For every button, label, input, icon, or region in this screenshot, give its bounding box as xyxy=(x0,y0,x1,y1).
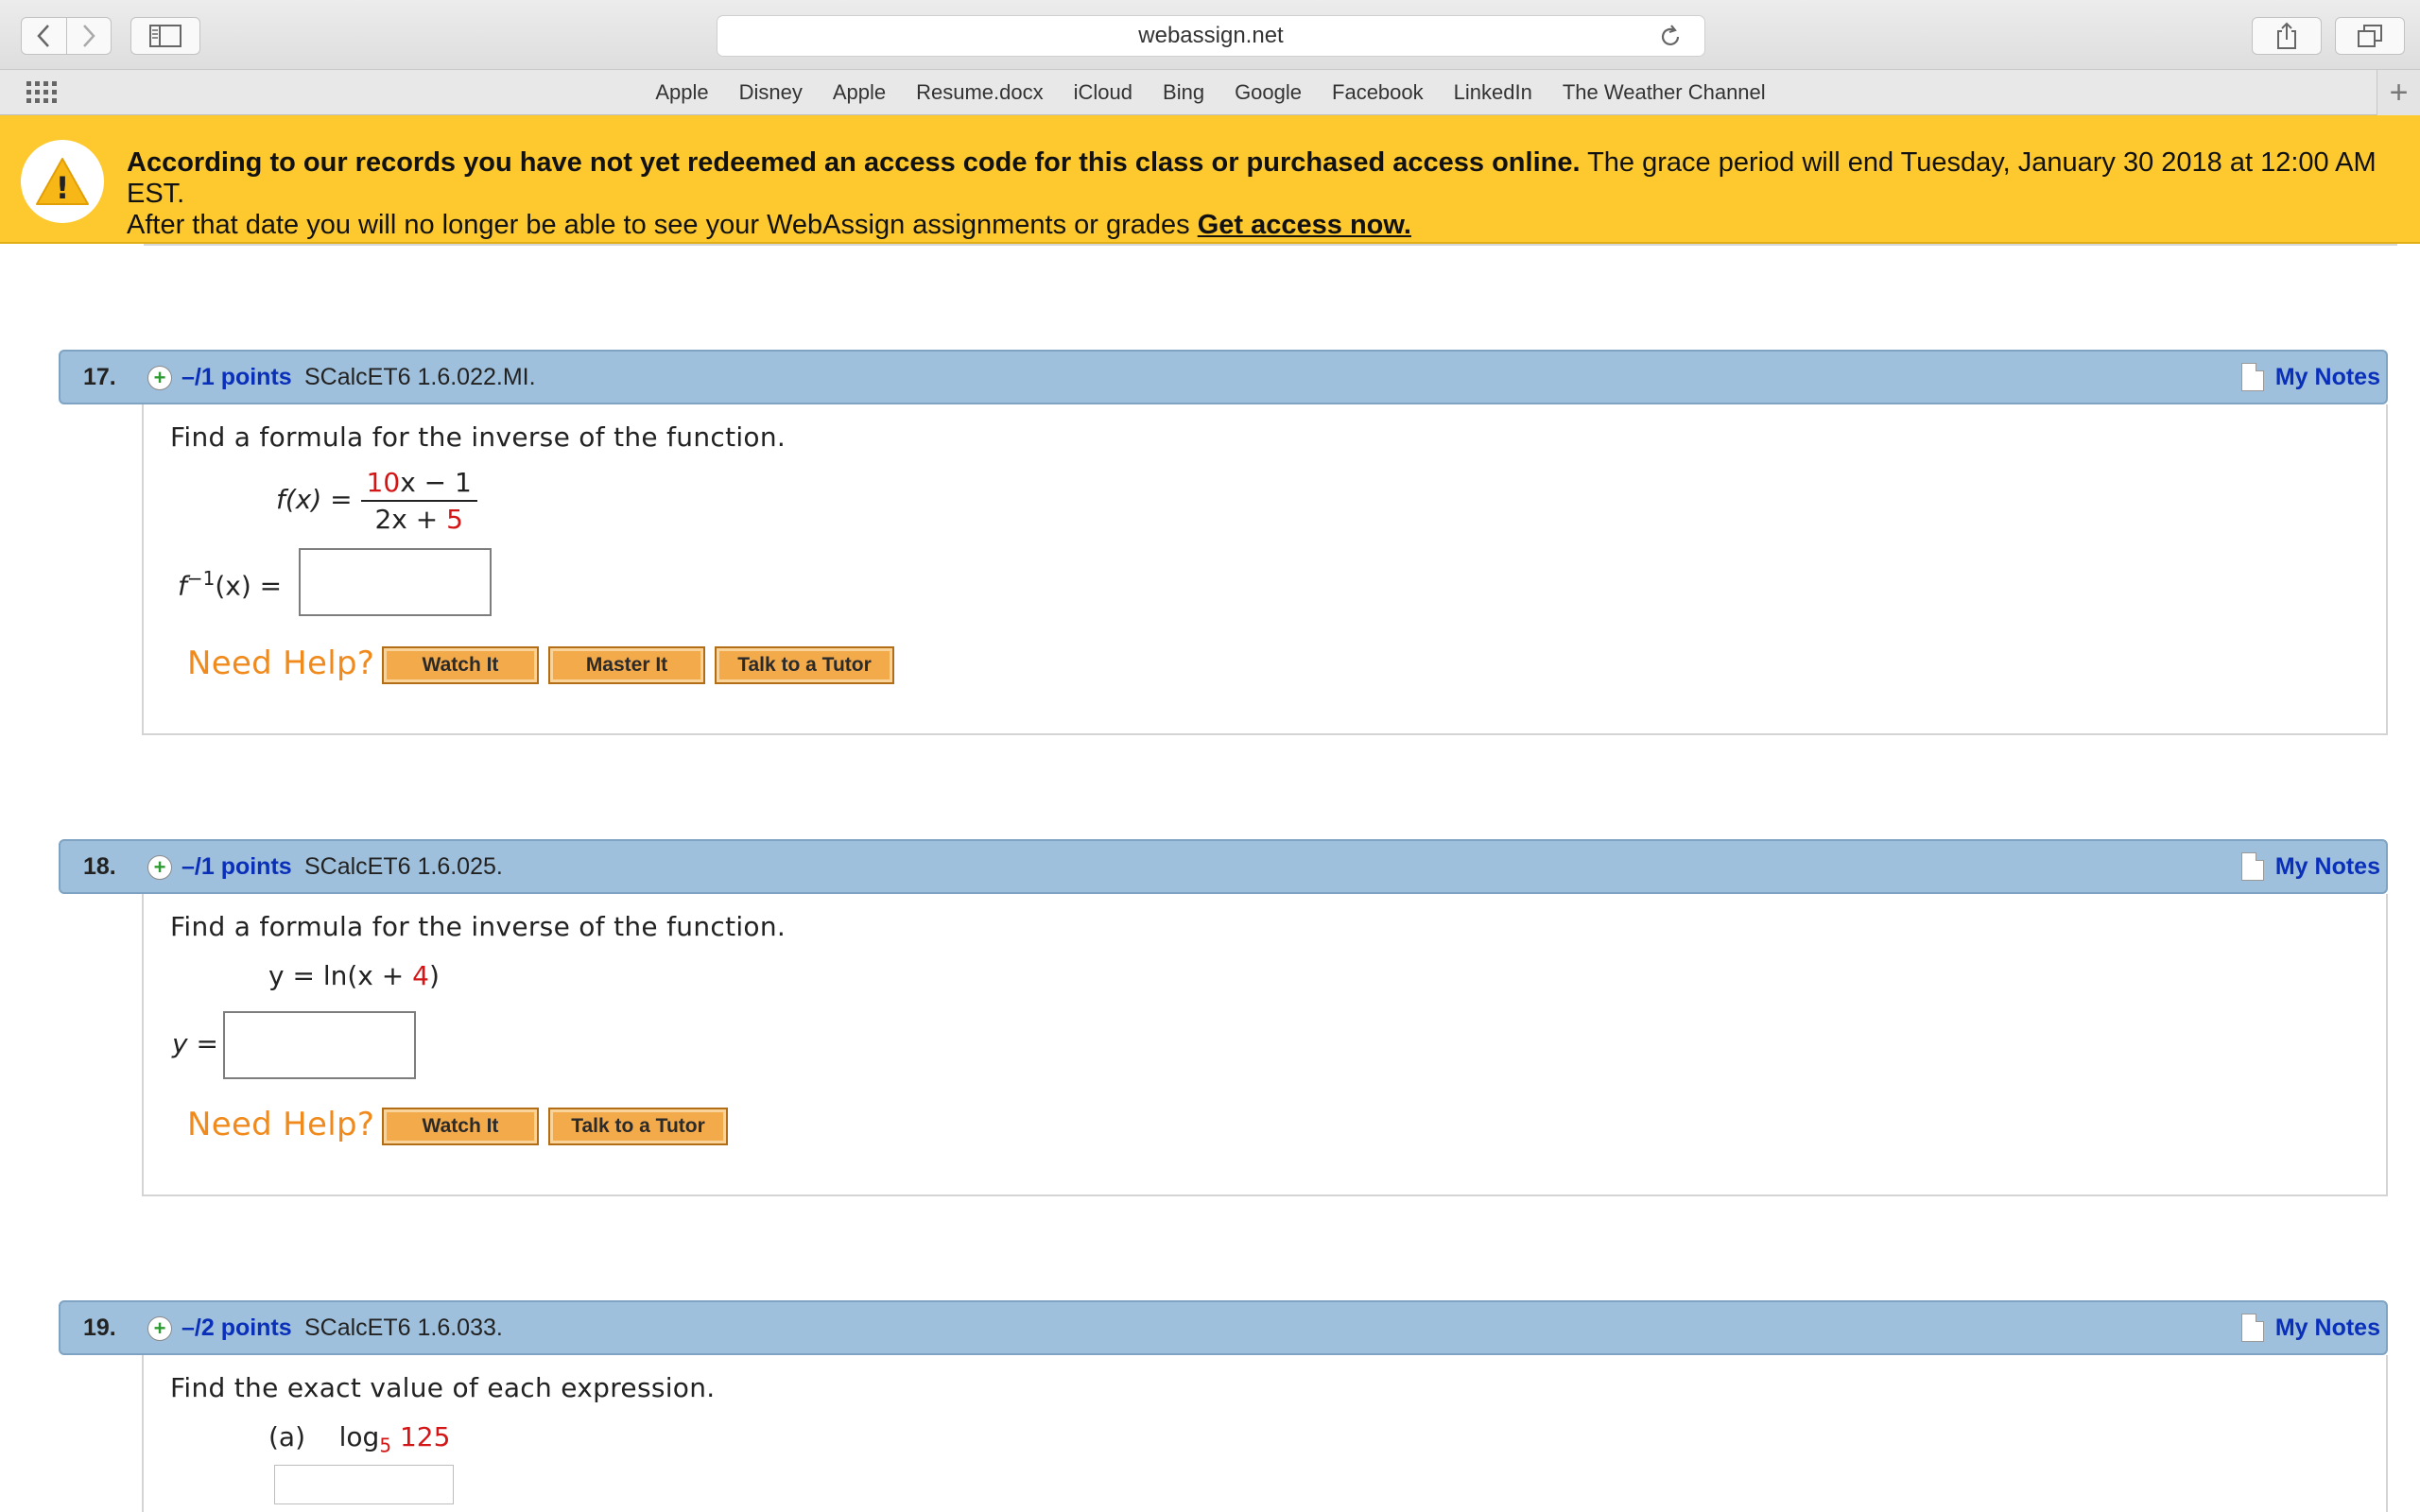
bookmark-google[interactable]: Google xyxy=(1234,80,1302,105)
question-source: SCalcET6 1.6.022.MI. xyxy=(304,363,536,390)
chevron-right-icon xyxy=(82,25,95,47)
bookmark-apple[interactable]: Apple xyxy=(654,80,708,105)
share-button[interactable] xyxy=(2252,17,2322,55)
back-button[interactable] xyxy=(22,18,66,54)
browser-toolbar: webassign.net xyxy=(0,0,2420,70)
share-icon xyxy=(2277,22,2296,49)
expand-plus-icon[interactable]: + xyxy=(147,855,172,880)
my-notes-label: My Notes xyxy=(2274,363,2380,390)
warning-icon: ! xyxy=(36,158,89,206)
my-notes-label: My Notes xyxy=(2274,1314,2380,1341)
function-definition: f(x) = 10x − 1 2x + 5 xyxy=(276,467,477,535)
bookmark-list: Apple Disney Apple Resume.docx iCloud Bi… xyxy=(0,70,2420,115)
equation-left: y = ln(x + xyxy=(268,960,413,991)
question-points: –/1 points xyxy=(182,852,292,880)
my-notes-button[interactable]: My Notes xyxy=(2240,852,2380,881)
bookmarks-bar: Apple Disney Apple Resume.docx iCloud Bi… xyxy=(0,70,2420,115)
watch-it-button[interactable]: Watch It xyxy=(382,646,539,684)
log-text: log xyxy=(338,1421,380,1452)
forward-button[interactable] xyxy=(65,18,112,54)
log-argument: 125 xyxy=(399,1421,451,1452)
chevron-left-icon xyxy=(37,25,50,47)
equation-right: ) xyxy=(428,960,440,991)
url-text: webassign.net xyxy=(1138,23,1284,48)
address-bar[interactable]: webassign.net xyxy=(717,15,1705,57)
question-source: SCalcET6 1.6.025. xyxy=(304,852,503,880)
question-18-header: 18. + –/1 points SCalcET6 1.6.025. My No… xyxy=(59,839,2388,894)
expand-plus-icon[interactable]: + xyxy=(147,1316,172,1341)
reload-icon[interactable] xyxy=(1657,24,1684,50)
divider xyxy=(144,244,2397,246)
question-17-body: Find a formula for the inverse of the fu… xyxy=(142,404,2388,735)
talk-to-tutor-button[interactable]: Talk to a Tutor xyxy=(548,1108,728,1145)
question-number: 18. xyxy=(83,852,116,880)
tabs-icon xyxy=(2358,25,2382,47)
part-label: (a) xyxy=(268,1421,306,1452)
master-it-button[interactable]: Master It xyxy=(548,646,705,684)
sidebar-button[interactable] xyxy=(130,17,200,55)
get-access-link[interactable]: Get access now. xyxy=(1198,210,1411,240)
access-warning-banner: ! According to our records you have not … xyxy=(0,115,2420,244)
need-help-label: Need Help? xyxy=(187,1106,375,1143)
nav-buttons xyxy=(21,17,112,55)
question-prompt: Find a formula for the inverse of the fu… xyxy=(170,421,786,453)
question-number: 17. xyxy=(83,363,116,390)
question-prompt: Find a formula for the inverse of the fu… xyxy=(170,911,786,942)
warning-symbol: ! xyxy=(56,170,70,206)
my-notes-label: My Notes xyxy=(2274,852,2380,880)
answer-label: y = xyxy=(172,1028,218,1059)
equation-constant: 4 xyxy=(412,960,429,991)
my-notes-button[interactable]: My Notes xyxy=(2240,1314,2380,1342)
log-base: 5 xyxy=(379,1434,392,1457)
watch-it-button[interactable]: Watch It xyxy=(382,1108,539,1145)
function-definition: y = ln(x + 4) xyxy=(268,960,440,991)
answer-input[interactable] xyxy=(299,548,492,616)
banner-text-2: After that date you will no longer be ab… xyxy=(127,210,1198,240)
tabs-button[interactable] xyxy=(2335,17,2405,55)
question-17-header: 17. + –/1 points SCalcET6 1.6.022.MI. My… xyxy=(59,350,2388,404)
question-source: SCalcET6 1.6.033. xyxy=(304,1314,503,1341)
fx-label: f(x) = xyxy=(276,484,353,515)
question-prompt: Find the exact value of each expression. xyxy=(170,1372,716,1403)
expand-plus-icon[interactable]: + xyxy=(147,366,172,390)
question-18-body: Find a formula for the inverse of the fu… xyxy=(142,894,2388,1196)
numerator-coefficient: 10 xyxy=(366,467,401,498)
note-page-icon xyxy=(2240,363,2264,391)
need-help-label: Need Help? xyxy=(187,644,375,682)
note-page-icon xyxy=(2240,1314,2264,1342)
part-a-expression: (a) log5 125 xyxy=(268,1421,450,1457)
bookmark-icloud[interactable]: iCloud xyxy=(1073,80,1132,105)
denominator-constant: 5 xyxy=(446,504,463,535)
bookmark-weather-channel[interactable]: The Weather Channel xyxy=(1562,80,1766,105)
question-19-header: 19. + –/2 points SCalcET6 1.6.033. My No… xyxy=(59,1300,2388,1355)
question-number: 19. xyxy=(83,1314,116,1341)
question-points: –/1 points xyxy=(182,363,292,390)
bookmark-disney[interactable]: Disney xyxy=(738,80,803,105)
denominator-left: 2x + xyxy=(374,504,447,535)
bookmark-linkedin[interactable]: LinkedIn xyxy=(1453,80,1532,105)
answer-input[interactable] xyxy=(274,1465,454,1504)
fraction: 10x − 1 2x + 5 xyxy=(360,467,477,535)
sidebar-icon xyxy=(149,25,182,47)
question-points: –/2 points xyxy=(182,1314,292,1341)
question-19-body: Find the exact value of each expression.… xyxy=(142,1355,2388,1512)
numerator-rest: x − 1 xyxy=(400,467,472,498)
warning-badge: ! xyxy=(21,140,104,223)
bookmark-facebook[interactable]: Facebook xyxy=(1331,80,1424,105)
my-notes-button[interactable]: My Notes xyxy=(2240,363,2380,391)
banner-message: According to our records you have not ye… xyxy=(127,147,2420,241)
answer-label: f−1(x) = xyxy=(178,567,283,602)
bookmark-resume[interactable]: Resume.docx xyxy=(915,80,1044,105)
new-tab-button[interactable]: + xyxy=(2377,70,2420,115)
answer-input[interactable] xyxy=(223,1011,416,1079)
bookmark-bing[interactable]: Bing xyxy=(1162,80,1204,105)
note-page-icon xyxy=(2240,852,2264,881)
banner-bold-text: According to our records you have not ye… xyxy=(127,147,1581,178)
bookmark-apple-2[interactable]: Apple xyxy=(832,80,886,105)
talk-to-tutor-button[interactable]: Talk to a Tutor xyxy=(715,646,894,684)
